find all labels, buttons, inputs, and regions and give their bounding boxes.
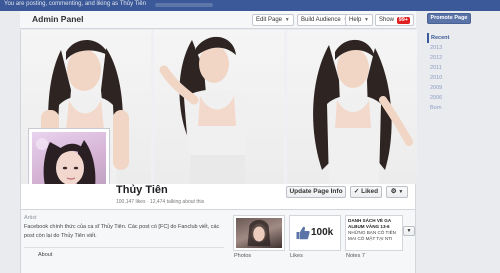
timeline-item-born[interactable]: Born <box>427 103 467 113</box>
chevron-down-icon: ▼ <box>364 17 369 23</box>
update-page-info-button[interactable]: Update Page Info <box>286 186 346 198</box>
show-notifications-button[interactable]: Show 99+ <box>375 14 415 26</box>
admin-panel-title: Admin Panel <box>32 14 84 24</box>
timeline-item-2009[interactable]: 2009 <box>427 83 467 93</box>
divider <box>24 247 224 248</box>
note-preview: DANH SÁCH VÉ GA ALBUM VÀNG 13-6 NHỮNG BẠ… <box>348 218 400 242</box>
chevron-down-icon: ▼ <box>398 189 404 195</box>
thumbs-up-icon <box>296 226 310 240</box>
notes-label[interactable]: Notes 7 <box>346 253 365 259</box>
gear-icon: ⚙ <box>390 188 397 195</box>
posting-as-bar: You are posting, commenting, and liking … <box>0 0 500 11</box>
timeline-item-2006[interactable]: 2006 <box>427 93 467 103</box>
about-section: Artist Facebook chính thức của ca sĩ Thủ… <box>24 215 224 265</box>
promote-page-button[interactable]: Promote Page <box>427 13 471 24</box>
tiles-dropdown-button[interactable]: ▼ <box>403 226 415 236</box>
timeline-nav: Recent 2013 2012 2011 2010 2009 2006 Bor… <box>427 33 467 113</box>
timeline-item-2010[interactable]: 2010 <box>427 73 467 83</box>
liked-button[interactable]: ✓ Liked <box>350 186 382 198</box>
posting-as-text: You are posting, commenting, and liking … <box>4 1 147 7</box>
cover-photo-panel-3 <box>287 30 417 184</box>
likes-label[interactable]: Likes <box>290 253 303 259</box>
chevron-down-icon: ▼ <box>284 17 290 23</box>
blurred-text <box>155 3 213 7</box>
admin-panel-bar: Admin Panel Edit Page ▼ Build Audience ▼… <box>20 11 416 29</box>
category-label: Artist <box>24 215 37 221</box>
about-description: Facebook chính thức của ca sĩ Thủy Tiên.… <box>24 224 220 239</box>
notes-count: 7 <box>361 253 365 259</box>
timeline-item-2013[interactable]: 2013 <box>427 43 467 53</box>
settings-button[interactable]: ⚙ ▼ <box>386 186 408 198</box>
chevron-down-icon: ▼ <box>406 228 412 234</box>
likes-count: 100k <box>311 227 334 238</box>
timeline-item-2012[interactable]: 2012 <box>427 53 467 63</box>
page-stats: 100,147 likes · 12,474 talking about thi… <box>116 199 205 205</box>
cover-photo-panel-2 <box>154 30 284 184</box>
page-title[interactable]: Thủy Tiên <box>116 184 168 196</box>
edit-page-button[interactable]: Edit Page ▼ <box>252 14 294 26</box>
photo-thumbnail <box>236 218 282 248</box>
note-title: DANH SÁCH VÉ GA ALBUM VÀNG 13-6 <box>348 218 391 229</box>
help-button[interactable]: Help ▼ <box>345 14 373 26</box>
about-link[interactable]: About <box>38 252 52 258</box>
photos-tile[interactable] <box>233 215 285 251</box>
photos-label[interactable]: Photos <box>234 253 251 259</box>
note-body: NHỮNG BẠN CÓ TIÊN MAI CÓ MẶT TẠI NTI <box>348 230 396 241</box>
timeline-item-2011[interactable]: 2011 <box>427 63 467 73</box>
notification-badge: 99+ <box>396 17 411 24</box>
timeline-item-recent[interactable]: Recent <box>427 33 467 43</box>
